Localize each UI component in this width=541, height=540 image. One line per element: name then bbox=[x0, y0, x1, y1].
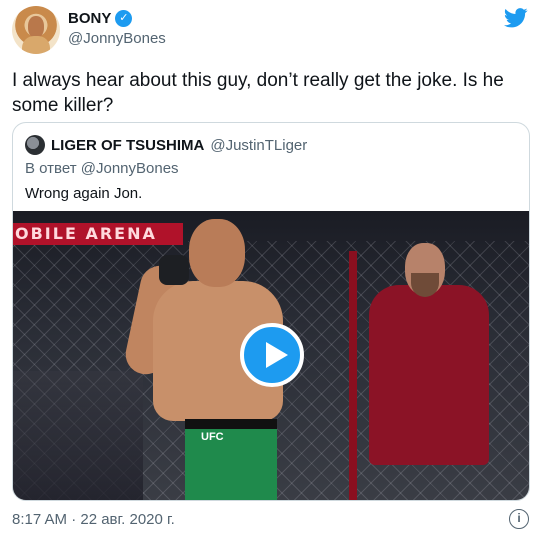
quoted-author-name[interactable]: LIGER OF TSUSHIMA bbox=[51, 137, 204, 154]
tweet-timestamp[interactable]: 8:17 AM · 22 авг. 2020 г. bbox=[12, 511, 175, 528]
reply-mention-link[interactable]: @JonnyBones bbox=[81, 160, 179, 177]
author-name-block[interactable]: BONY ✓ @JonnyBones bbox=[68, 10, 166, 47]
shorts-logo: UFC bbox=[201, 431, 224, 443]
avatar-body bbox=[22, 36, 50, 54]
reply-context: В ответ @JonnyBones bbox=[25, 160, 179, 177]
video-thumbnail[interactable]: OBILE ARENA UFC bbox=[13, 211, 529, 500]
fighter-head bbox=[189, 219, 245, 287]
info-icon[interactable]: i bbox=[509, 509, 529, 529]
twitter-bird-icon[interactable] bbox=[504, 8, 528, 28]
verified-badge-icon: ✓ bbox=[115, 10, 133, 27]
play-icon[interactable] bbox=[240, 323, 304, 387]
tweet-header: BONY ✓ @JonnyBones bbox=[12, 6, 530, 56]
referee-figure bbox=[369, 285, 489, 465]
author-handle[interactable]: @JonnyBones bbox=[68, 30, 166, 47]
quoted-tweet-card[interactable]: LIGER OF TSUSHIMA @JustinTLiger В ответ … bbox=[12, 122, 530, 501]
fighter-shorts: UFC bbox=[185, 419, 277, 500]
crowd-area bbox=[13, 371, 143, 500]
quoted-author-handle[interactable]: @JustinTLiger bbox=[210, 137, 307, 154]
quoted-tweet-text: Wrong again Jon. bbox=[25, 185, 143, 202]
tweet-body-text: I always hear about this guy, don’t real… bbox=[12, 70, 504, 116]
quoted-author-avatar[interactable] bbox=[25, 135, 45, 155]
fighter-glove bbox=[159, 255, 189, 285]
author-avatar[interactable] bbox=[12, 6, 60, 54]
arena-banner: OBILE ARENA bbox=[13, 223, 183, 245]
quoted-tweet-header: LIGER OF TSUSHIMA @JustinTLiger bbox=[25, 135, 307, 155]
avatar-face bbox=[28, 16, 44, 38]
cage-post bbox=[349, 251, 357, 500]
author-name-text[interactable]: BONY bbox=[68, 10, 111, 27]
reply-prefix: В ответ bbox=[25, 160, 77, 177]
author-display-name[interactable]: BONY ✓ bbox=[68, 10, 166, 27]
